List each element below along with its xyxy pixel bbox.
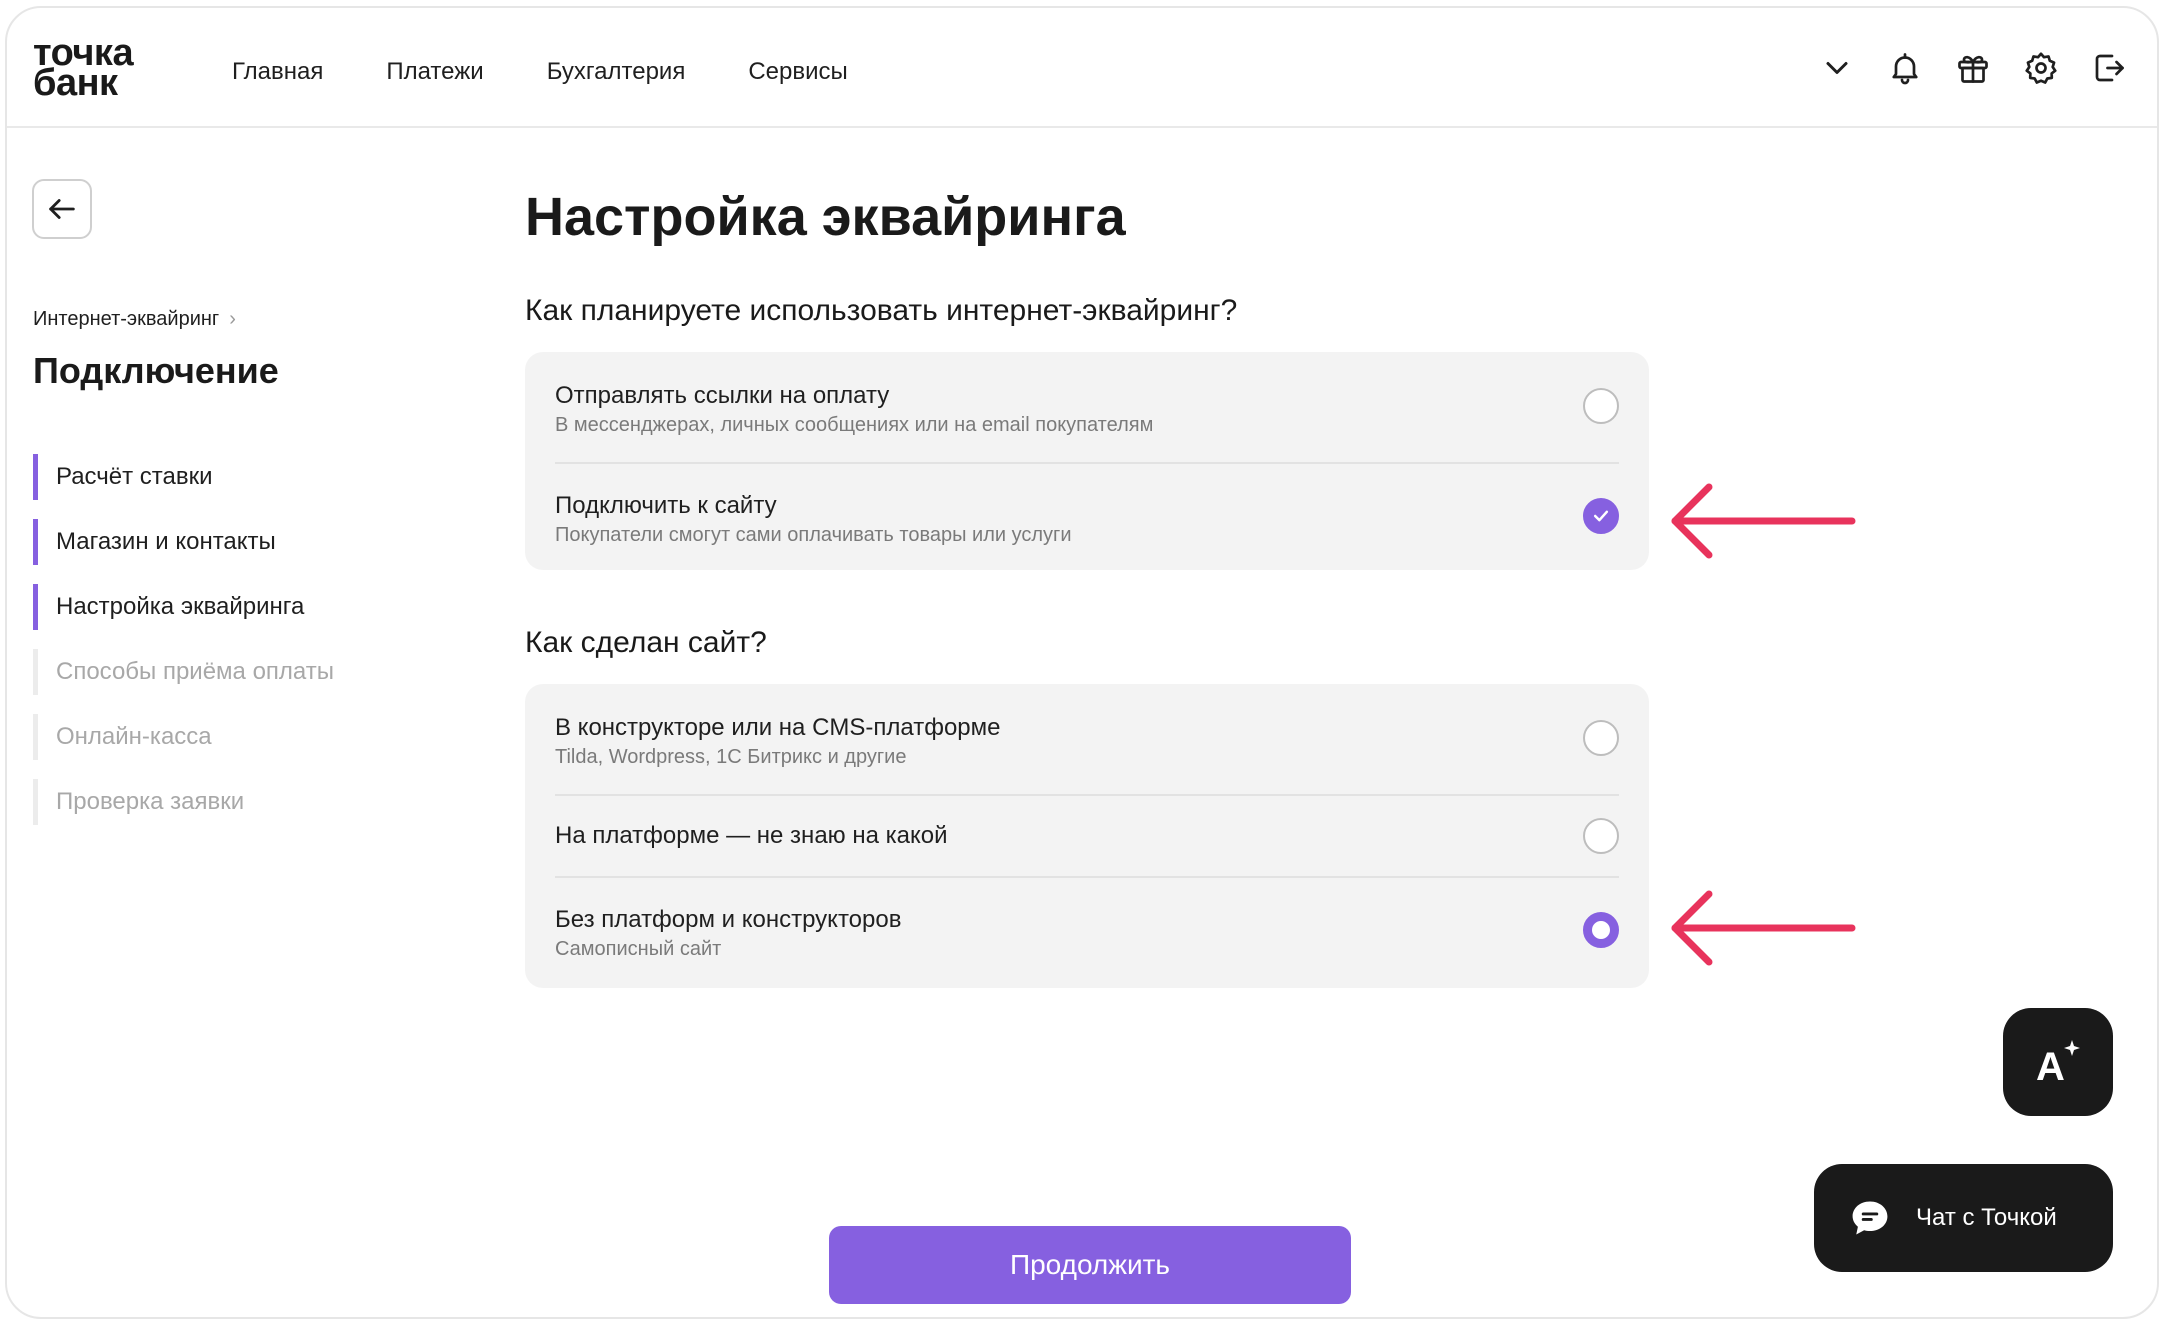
option-title: Отправлять ссылки на оплату [555, 382, 890, 409]
option-subtitle: В мессенджерах, личных сообщениях или на… [555, 414, 1154, 436]
step-review-application: Проверка заявки [33, 779, 334, 825]
annotation-arrow-icon [1671, 890, 1856, 966]
radio-unchecked[interactable] [1583, 720, 1619, 756]
nav-item-services[interactable]: Сервисы [748, 58, 847, 86]
option-custom-site[interactable]: Без платформ и конструкторов Самописный … [555, 878, 1619, 990]
radio-unchecked[interactable] [1583, 388, 1619, 424]
bell-icon[interactable] [1883, 46, 1927, 90]
nav-item-home[interactable]: Главная [232, 58, 323, 86]
breadcrumb-label: Интернет-эквайринг [33, 308, 220, 330]
chevron-right-icon: › [229, 308, 236, 330]
ai-sparkle-icon: A [2036, 1040, 2080, 1088]
logout-icon[interactable] [2087, 46, 2131, 90]
chevron-down-icon[interactable] [1815, 46, 1859, 90]
gift-icon[interactable] [1951, 46, 1995, 90]
chat-label: Чат с Точкой [1916, 1204, 2057, 1231]
chat-bubble-icon [1852, 1201, 1888, 1235]
option-title: Подключить к сайту [555, 492, 777, 519]
continue-button[interactable]: Продолжить [829, 1226, 1351, 1304]
annotation-arrow-icon [1671, 483, 1856, 559]
header-actions [1791, 46, 2131, 90]
app-window: точка банк Главная Платежи Бухгалтерия С… [5, 6, 2159, 1319]
page-title: Настройка эквайринга [525, 187, 1126, 247]
usage-options-card: Отправлять ссылки на оплату В мессенджер… [525, 352, 1649, 570]
site-options-card: В конструкторе или на CMS-платформе Tild… [525, 684, 1649, 988]
option-subtitle: Самописный сайт [555, 938, 722, 960]
breadcrumb[interactable]: Интернет-эквайринг › [33, 308, 236, 331]
radio-checked[interactable] [1583, 498, 1619, 534]
step-payment-methods: Способы приёма оплаты [33, 649, 334, 695]
top-header: точка банк Главная Платежи Бухгалтерия С… [7, 8, 2157, 128]
main-nav: Главная Платежи Бухгалтерия Сервисы [232, 58, 911, 86]
step-acquiring-settings[interactable]: Настройка эквайринга [33, 584, 334, 630]
radio-unchecked[interactable] [1583, 818, 1619, 854]
checkmark-icon [1593, 510, 1609, 522]
sidebar-title: Подключение [33, 350, 279, 391]
step-rate-calculation[interactable]: Расчёт ставки [33, 454, 334, 500]
question-usage-title: Как планируете использовать интернет-экв… [525, 294, 1238, 327]
option-payment-links[interactable]: Отправлять ссылки на оплату В мессенджер… [555, 352, 1619, 464]
nav-item-accounting[interactable]: Бухгалтерия [547, 58, 686, 86]
radio-selected[interactable] [1583, 912, 1619, 948]
step-shop-contacts[interactable]: Магазин и контакты [33, 519, 334, 565]
arrow-left-icon [49, 199, 75, 219]
option-cms-constructor[interactable]: В конструкторе или на CMS-платформе Tild… [555, 684, 1619, 796]
gear-icon[interactable] [2019, 46, 2063, 90]
option-title: Без платформ и конструкторов [555, 906, 902, 933]
nav-item-payments[interactable]: Платежи [386, 58, 483, 86]
ai-assistant-button[interactable]: A [2003, 1008, 2113, 1116]
question-site-title: Как сделан сайт? [525, 626, 767, 659]
option-title: В конструкторе или на CMS-платформе [555, 714, 1001, 741]
step-online-cashier: Онлайн-касса [33, 714, 334, 760]
ai-label: A [2036, 1045, 2065, 1088]
option-connect-site[interactable]: Подключить к сайту Покупатели смогут сам… [555, 464, 1619, 572]
logo[interactable]: точка банк [33, 34, 134, 102]
chat-button[interactable]: Чат с Точкой [1814, 1164, 2113, 1272]
steps-list: Расчёт ставки Магазин и контакты Настрой… [33, 454, 334, 844]
option-subtitle: Покупатели смогут сами оплачивать товары… [555, 524, 1072, 546]
option-unknown-platform[interactable]: На платформе — не знаю на какой [555, 796, 1619, 878]
option-subtitle: Tilda, Wordpress, 1C Битрикс и другие [555, 746, 907, 768]
option-title: На платформе — не знаю на какой [555, 822, 948, 849]
back-button[interactable] [32, 179, 92, 239]
